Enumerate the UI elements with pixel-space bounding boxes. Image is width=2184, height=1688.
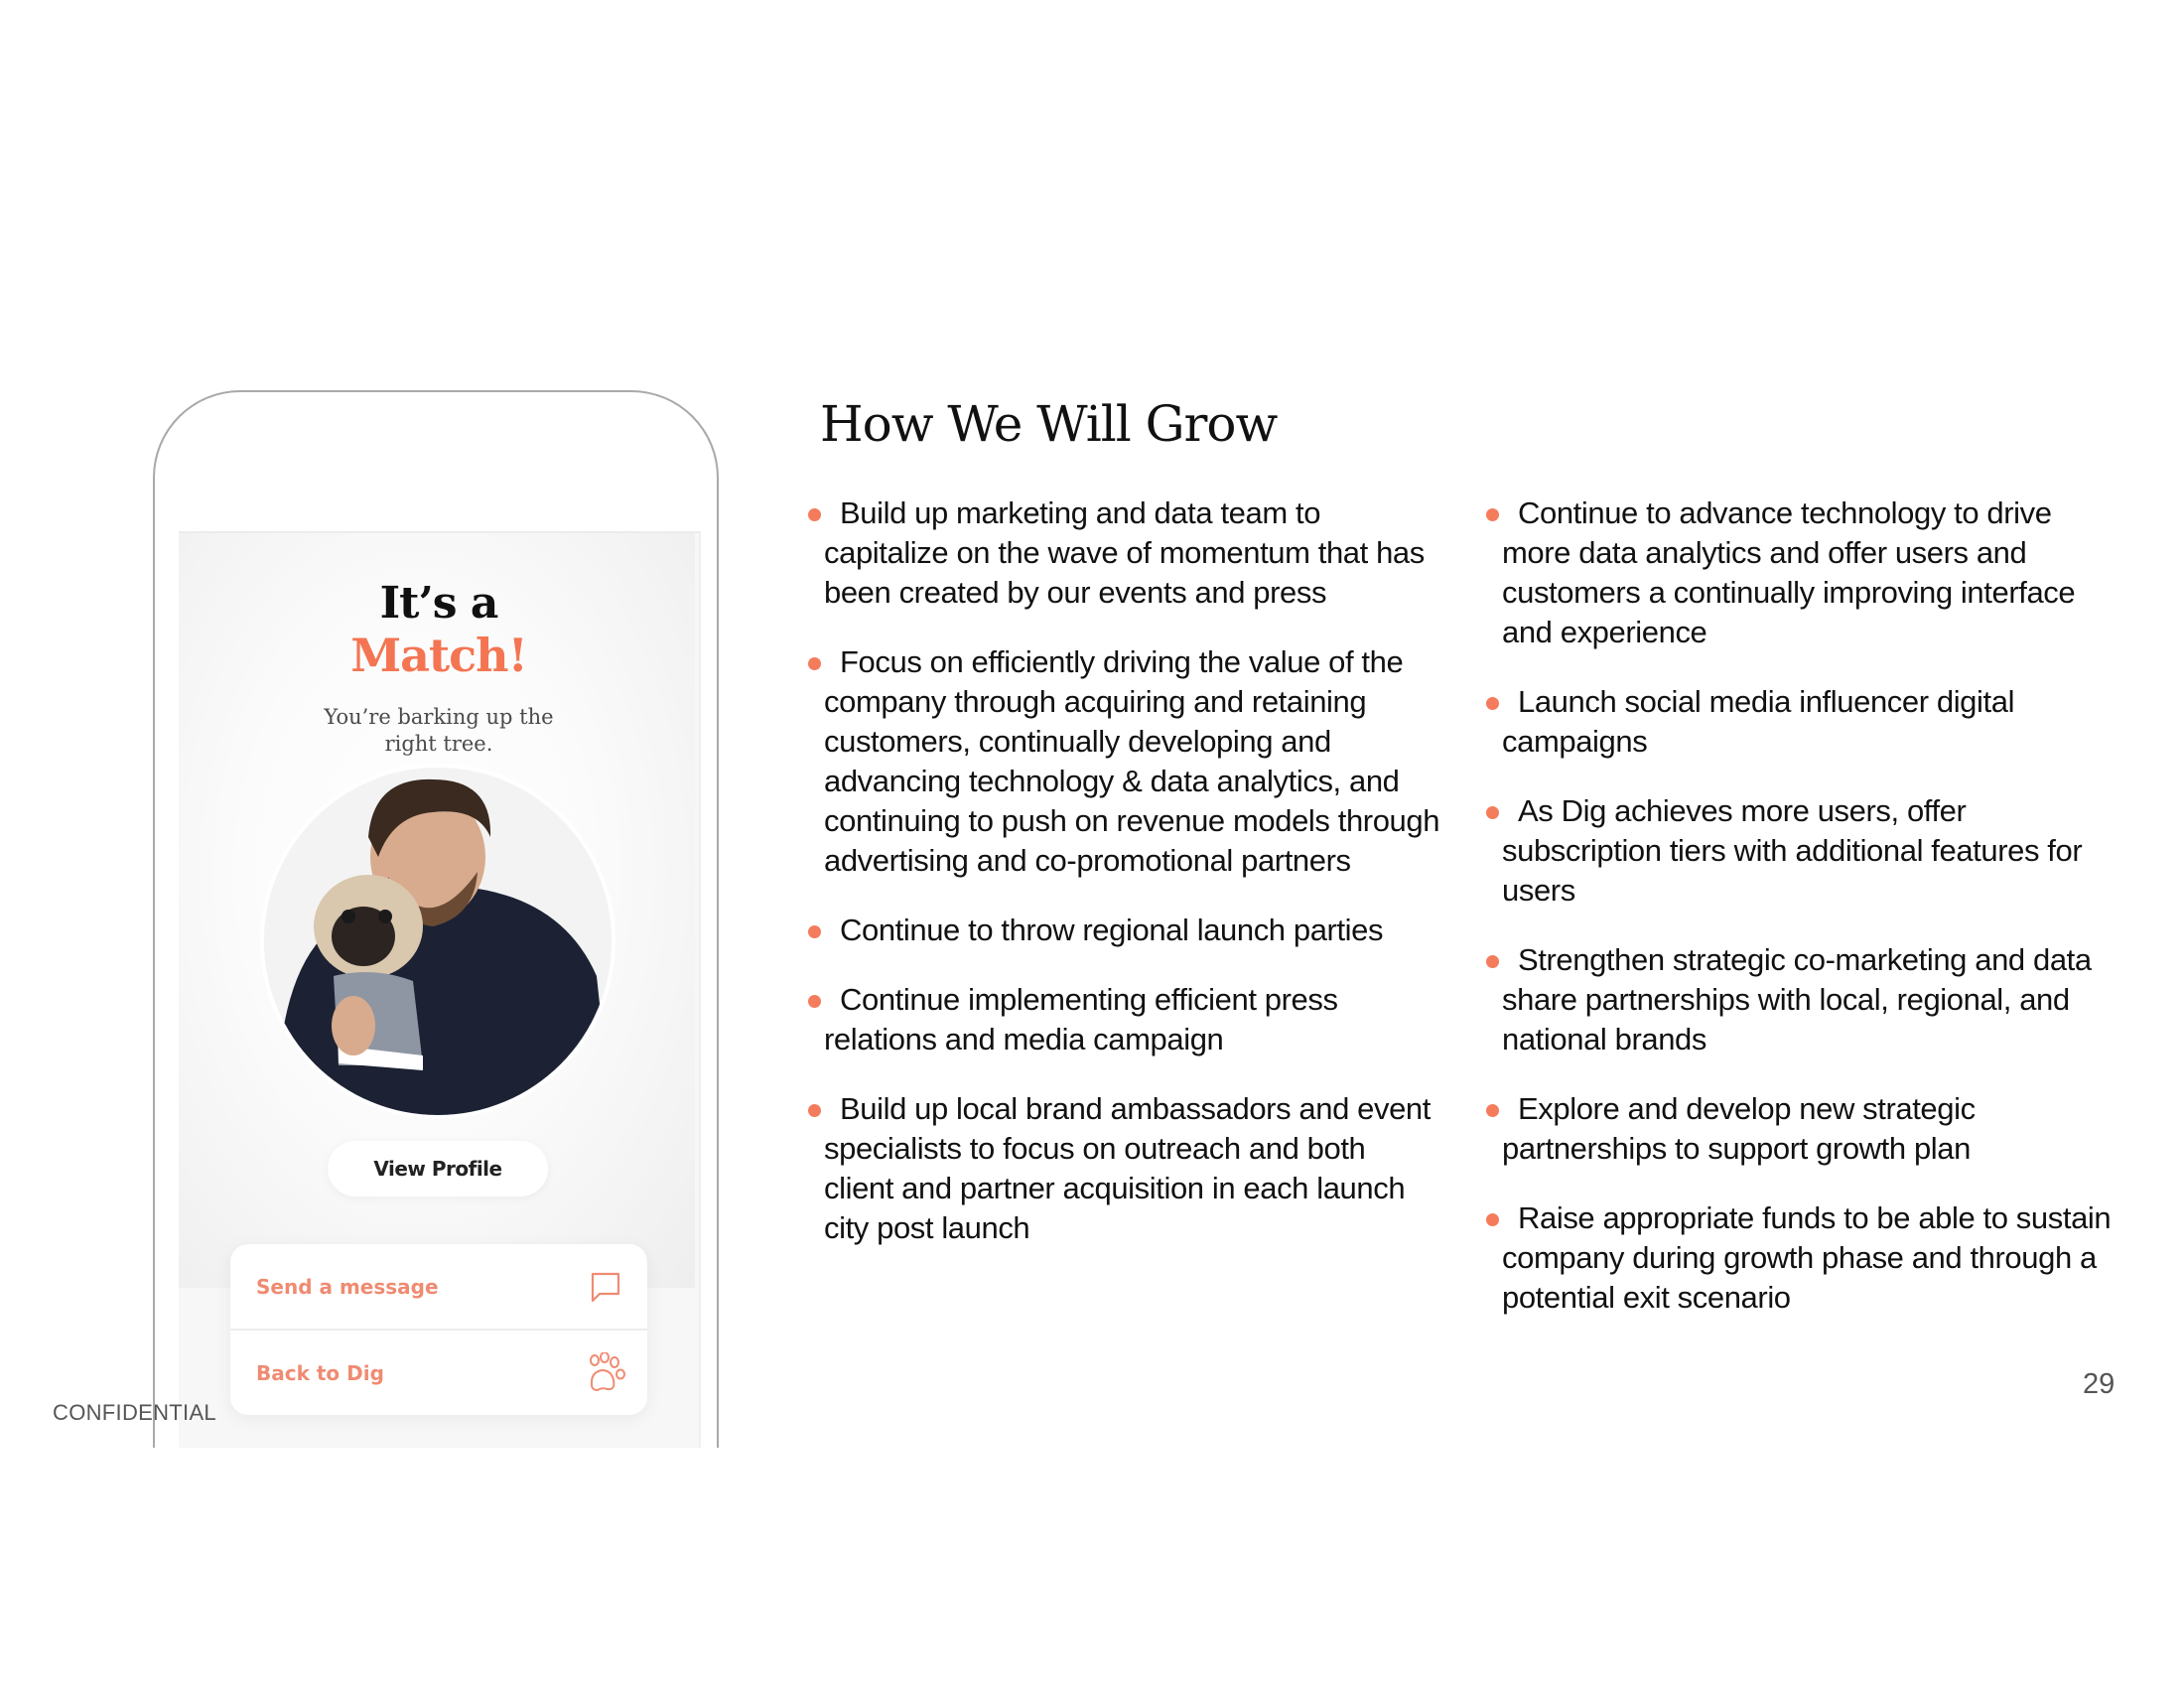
bullet-item: Build up marketing and data team to capi…	[806, 493, 1441, 613]
profile-photo-avatar[interactable]	[264, 768, 612, 1115]
bullet-text: Explore and develop new strategic partne…	[1502, 1091, 1976, 1166]
bullet-dot-icon	[808, 508, 821, 521]
bullet-dot-icon	[1486, 955, 1499, 968]
bullet-item: Raise appropriate funds to be able to su…	[1484, 1198, 2119, 1318]
bullet-dot-icon	[1486, 1104, 1499, 1117]
bullet-list-right: Continue to advance technology to drive …	[1484, 493, 2119, 1347]
bullet-item: Continue to advance technology to drive …	[1484, 493, 2119, 652]
bullet-text: Continue to throw regional launch partie…	[840, 913, 1384, 947]
paw-icon	[586, 1351, 625, 1393]
action-card: Send a message Back to Dig	[230, 1244, 647, 1415]
bullet-text: Launch social media influencer digital c…	[1502, 684, 2015, 759]
bullet-dot-icon	[1486, 1213, 1499, 1226]
send-message-label: Send a message	[256, 1274, 439, 1299]
bullet-dot-icon	[808, 995, 821, 1008]
back-to-dig-button[interactable]: Back to Dig	[230, 1329, 647, 1415]
chat-bubble-icon	[586, 1267, 625, 1307]
match-headline-line2: Match!	[350, 629, 528, 682]
bullet-item: Focus on efficiently driving the value o…	[806, 642, 1441, 881]
bullet-text: Build up marketing and data team to capi…	[824, 495, 1425, 610]
bullet-text: Continue implementing efficient press re…	[824, 982, 1338, 1056]
bullet-list-left: Build up marketing and data team to capi…	[806, 493, 1441, 1278]
send-message-button[interactable]: Send a message	[230, 1244, 647, 1329]
phone-screen: It’s a Match! You’re barking up the righ…	[179, 531, 701, 1448]
bullet-item: As Dig achieves more users, offer subscr…	[1484, 791, 2119, 911]
view-profile-button[interactable]: View Profile	[328, 1141, 548, 1196]
profile-photo-icon	[264, 768, 612, 1115]
bullet-dot-icon	[808, 925, 821, 938]
confidential-label: CONFIDENTIAL	[53, 1400, 216, 1425]
bullet-item: Strengthen strategic co-marketing and da…	[1484, 940, 2119, 1059]
bullet-dot-icon	[808, 657, 821, 670]
bullet-text: As Dig achieves more users, offer subscr…	[1502, 793, 2083, 908]
match-subtitle-line2: right tree.	[384, 732, 493, 756]
bullet-item: Continue implementing efficient press re…	[806, 980, 1441, 1059]
bullet-text: Focus on efficiently driving the value o…	[824, 644, 1440, 878]
bullet-item: Build up local brand ambassadors and eve…	[806, 1089, 1441, 1248]
bullet-dot-icon	[1486, 508, 1499, 521]
bullet-item: Continue to throw regional launch partie…	[806, 911, 1441, 950]
slide-title: How We Will Grow	[820, 395, 1278, 453]
bullet-text: Build up local brand ambassadors and eve…	[824, 1091, 1431, 1245]
back-to-dig-label: Back to Dig	[256, 1360, 384, 1385]
bullet-dot-icon	[1486, 806, 1499, 819]
bullet-item: Explore and develop new strategic partne…	[1484, 1089, 2119, 1169]
phone-mockup: It’s a Match! You’re barking up the righ…	[153, 390, 719, 1448]
bullet-text: Raise appropriate funds to be able to su…	[1502, 1200, 2112, 1315]
match-subtitle: You’re barking up the right tree.	[179, 704, 699, 758]
page-number: 29	[2083, 1368, 2116, 1400]
bullet-text: Continue to advance technology to drive …	[1502, 495, 2076, 649]
bullet-item: Launch social media influencer digital c…	[1484, 682, 2119, 762]
match-subtitle-line1: You’re barking up the	[324, 705, 554, 729]
bullet-text: Strengthen strategic co-marketing and da…	[1502, 942, 2092, 1056]
bullet-dot-icon	[808, 1104, 821, 1117]
match-headline-line1: It’s a	[379, 578, 499, 629]
bullet-dot-icon	[1486, 697, 1499, 710]
